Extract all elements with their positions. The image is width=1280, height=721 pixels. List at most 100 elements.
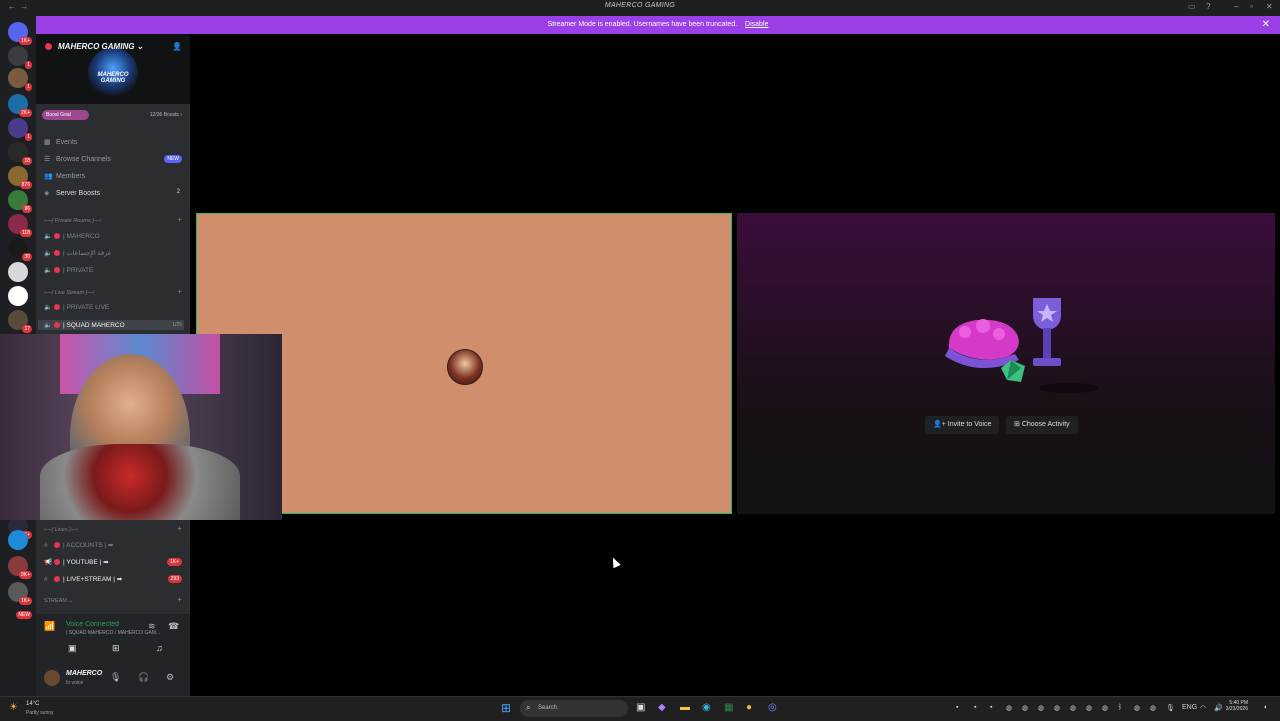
category-live-stream[interactable]: ›—( Live Stream )—‹ <box>44 290 95 296</box>
tray-icon[interactable]: ◍ <box>1038 704 1044 712</box>
tray-icon[interactable]: ◍ <box>1102 704 1108 712</box>
username[interactable]: MAHERCO <box>66 670 102 677</box>
tray-icon[interactable]: ◍ <box>1150 704 1156 712</box>
tray-icon[interactable]: ◍ <box>1022 704 1028 712</box>
settings-gear-icon[interactable]: ⚙ <box>166 672 174 683</box>
add-channel-icon[interactable]: + <box>177 524 182 533</box>
minimize-icon[interactable]: – <box>1234 2 1238 11</box>
clock[interactable]: 5:40 PM 3/23/2026 <box>1226 700 1248 712</box>
add-channel-icon[interactable]: + <box>177 287 182 296</box>
home-icon[interactable]: 1K+ <box>8 22 32 45</box>
voice-user-limit: 1/25 <box>172 322 182 328</box>
volume-icon[interactable]: 🔊 <box>1214 704 1223 712</box>
tray-icon[interactable]: ◍ <box>1054 704 1060 712</box>
noise-suppression-icon[interactable]: ≋ <box>148 621 156 632</box>
server-icon[interactable]: 1 <box>8 118 32 141</box>
server-icon[interactable]: 876 <box>8 166 32 189</box>
nav-events[interactable]: ▦ Events <box>44 138 77 146</box>
mic-tray-icon[interactable]: 🎙 <box>1166 704 1175 712</box>
add-channel-icon[interactable]: + <box>177 595 182 604</box>
voice-channel-name[interactable]: | SQUAD MAHERCO / MAHERCO GAM... <box>66 630 160 636</box>
server-icon[interactable] <box>8 286 28 306</box>
close-window-icon[interactable]: ✕ <box>1266 2 1273 11</box>
category-stream[interactable]: STREAM ⌄ <box>44 598 73 604</box>
maximize-icon[interactable]: ▫ <box>1250 2 1253 11</box>
voice-channel-private-live[interactable]: 🔈 | PRIVATE LIVE <box>44 303 109 311</box>
add-channel-icon[interactable]: + <box>177 215 182 224</box>
voice-status[interactable]: Voice Connected <box>66 621 119 628</box>
tray-icon[interactable]: ▪ <box>990 704 992 711</box>
voice-channel-meetings[interactable]: 🔈 | غرفة الإجتماعات <box>44 249 111 257</box>
nav-server-boosts[interactable]: ◈ Server Boosts <box>44 189 100 197</box>
file-explorer-icon[interactable]: ▬ <box>680 702 690 714</box>
text-channel-live-stream[interactable]: # | LIVE+STREAM | ➡ <box>44 575 122 583</box>
user-status: In voice <box>66 680 84 686</box>
copilot-icon[interactable]: ◆ <box>658 702 666 714</box>
activity-tile: 👤+ Invite to Voice ⊞ Choose Activity <box>737 213 1275 514</box>
server-icon[interactable]: 1 <box>8 68 32 91</box>
server-header[interactable]: MAHERCO GAMING MAHERCO GAMING ⌄ 👤 <box>36 34 190 104</box>
signal-icon: 📶 <box>44 621 56 631</box>
disable-streamer-mode-link[interactable]: Disable <box>745 21 768 28</box>
server-icon[interactable]: 1 <box>8 46 32 69</box>
edge-icon[interactable]: ◉ <box>702 702 711 714</box>
members-icon: 👥 <box>44 173 53 180</box>
screen-share-icon[interactable]: ▣ <box>68 643 77 654</box>
headphones-icon[interactable]: 🎧 <box>138 672 149 683</box>
server-icon[interactable]: 118 <box>8 214 32 237</box>
bluetooth-icon[interactable]: ᛒ <box>1118 704 1122 711</box>
choose-activity-button[interactable]: ⊞ Choose Activity <box>1006 416 1078 434</box>
invite-people-icon[interactable]: 👤 <box>172 42 182 51</box>
server-icon[interactable]: 9K+ <box>8 556 32 579</box>
discord-icon[interactable]: ◎ <box>768 702 777 714</box>
tray-icon[interactable]: ◍ <box>1086 704 1092 712</box>
speaker-icon: 🔈 <box>44 322 53 329</box>
server-icon[interactable]: 2K+ <box>8 94 32 117</box>
window-titlebar: ← → MAHERCO GAMING ▭ ? – ▫ ✕ <box>0 0 1280 16</box>
weather-icon[interactable]: ☀ <box>9 702 18 713</box>
tray-icon[interactable]: ◍ <box>1134 704 1140 712</box>
nav-members[interactable]: 👥 Members <box>44 172 85 180</box>
mic-icon[interactable]: 🎙 <box>110 672 121 683</box>
lang-indicator[interactable]: ENG <box>1182 704 1197 711</box>
voice-channel-private[interactable]: 🔈 | PRIVATE <box>44 266 93 274</box>
tray-icon[interactable]: ◍ <box>1006 704 1012 712</box>
start-icon[interactable]: ⊞ <box>501 702 513 714</box>
store-icon[interactable]: ▦ <box>724 702 733 714</box>
server-icon[interactable] <box>8 262 28 282</box>
nav-browse-channels[interactable]: ☰ Browse Channels <box>44 155 111 163</box>
help-icon[interactable]: ? <box>1206 2 1210 11</box>
taskbar-search[interactable]: ⌕ Search <box>520 700 628 717</box>
inbox-icon[interactable]: ▭ <box>1188 2 1196 11</box>
avatar[interactable] <box>44 670 60 686</box>
invite-to-voice-button[interactable]: 👤+ Invite to Voice <box>925 416 1000 434</box>
text-channel-youtube[interactable]: 📢 | YOUTUBE | ➡ <box>44 558 109 566</box>
server-icon[interactable] <box>8 530 28 550</box>
clock-date: 3/23/2026 <box>1225 706 1248 712</box>
hash-icon: # <box>44 542 48 549</box>
wifi-icon[interactable]: ◠ <box>1200 704 1206 712</box>
close-banner-icon[interactable]: ✕ <box>1262 19 1270 30</box>
soundboard-icon[interactable]: ♫ <box>156 643 163 653</box>
tray-icon[interactable]: ▪ <box>974 704 976 711</box>
participant-avatar[interactable] <box>447 349 483 385</box>
text-channel-accounts[interactable]: # | ACCOUNTS | ➡ <box>44 541 113 549</box>
chrome-icon[interactable]: ● <box>746 702 752 714</box>
server-icon[interactable]: 96 <box>8 190 32 213</box>
server-icon[interactable]: 17 <box>8 310 32 333</box>
tray-icon[interactable]: ▪ <box>956 704 958 711</box>
category-lives[interactable]: ›—( Lives )—‹ <box>44 527 78 533</box>
category-private-rooms[interactable]: ›—( Private Rooms )—‹ <box>44 218 101 224</box>
server-icon[interactable]: 30 <box>8 238 32 261</box>
boost-goal-bar[interactable]: Boost Goal 12/36 Boosts › <box>42 110 184 120</box>
weather-temp[interactable]: 14°C <box>26 701 39 707</box>
activities-icon[interactable]: ⊞ <box>112 643 120 654</box>
voice-channel-maherco[interactable]: 🔈 | MAHERCO <box>44 232 100 240</box>
server-icon[interactable]: 18 <box>8 142 32 165</box>
task-view-icon[interactable]: ▣ <box>636 702 645 714</box>
tray-icon[interactable]: ◍ <box>1070 704 1076 712</box>
notifications-icon[interactable]: ◐ <box>1264 704 1268 711</box>
voice-channel-squad-maherco[interactable]: 🔈 | SQUAD MAHERCO <box>38 320 184 330</box>
server-name[interactable]: MAHERCO GAMING ⌄ <box>58 42 143 51</box>
disconnect-icon[interactable]: ☎ <box>168 621 179 632</box>
